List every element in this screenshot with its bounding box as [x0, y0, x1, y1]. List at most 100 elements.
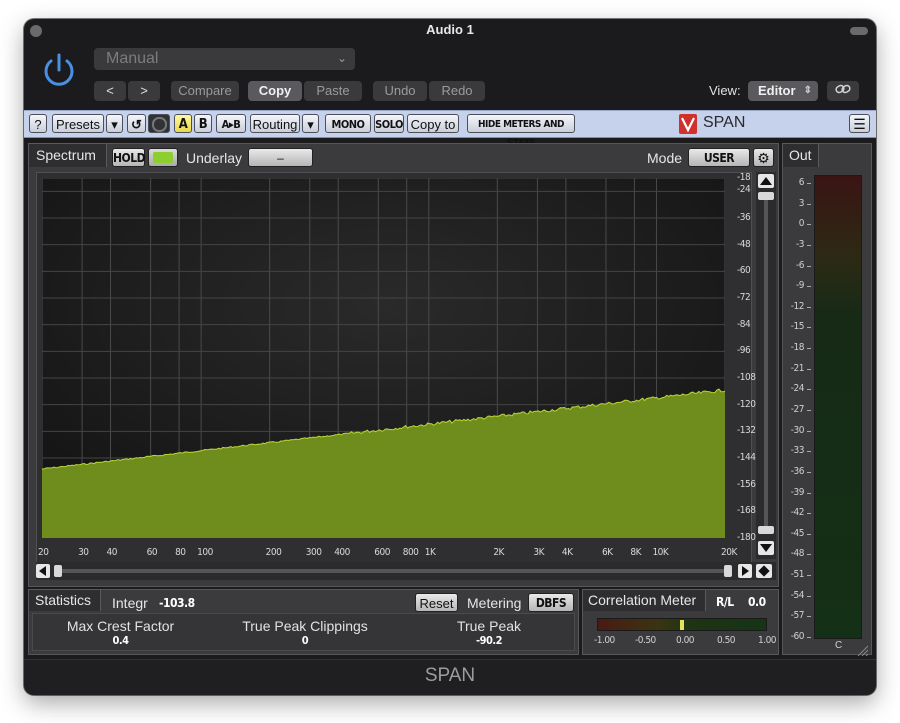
spectrum-tab[interactable]: Spectrum — [28, 143, 107, 167]
x-tick-label: 80 — [175, 547, 186, 558]
scroll-right-icon[interactable] — [742, 566, 749, 576]
x-tick-label: 600 — [374, 547, 390, 558]
statistics-tab-label: Statistics — [35, 592, 92, 608]
horizontal-scrollbar[interactable] — [36, 562, 776, 580]
undo-button[interactable]: Undo — [373, 81, 427, 101]
out-meter-tick: -51 — [790, 569, 805, 581]
updown-icon: ⇕ — [803, 85, 812, 96]
out-meter-tick: -6 — [796, 259, 804, 271]
copy-button[interactable]: Copy — [248, 81, 302, 101]
vertical-scrollbar[interactable] — [756, 172, 776, 559]
a-to-b-button[interactable]: A▸B — [216, 114, 246, 133]
out-meter-tick: -48 — [790, 548, 805, 560]
x-tick-label: 200 — [265, 547, 282, 558]
resize-grip-icon[interactable] — [856, 643, 869, 657]
settings-gear-icon[interactable]: ⚙ — [753, 148, 774, 167]
hide-meters-button[interactable]: HIDE METERS AND STATS — [467, 114, 575, 149]
out-meter-tick: -45 — [790, 527, 805, 539]
scroll-right-handle[interactable] — [724, 565, 732, 577]
y-tick-label: -120 — [737, 398, 756, 410]
window-resize-pill[interactable] — [850, 27, 868, 35]
preset-dropdown[interactable]: Manual ⌄ — [94, 48, 355, 70]
out-tab[interactable]: Out — [782, 143, 819, 167]
correlation-tick: 0.00 — [676, 635, 695, 646]
a-button[interactable]: A — [174, 114, 192, 133]
view-label: View: — [709, 83, 741, 98]
y-tick-label: -96 — [737, 345, 751, 357]
prev-preset-button[interactable]: < — [94, 81, 126, 101]
out-meter-tick-mark — [807, 533, 811, 535]
correlation-tab-label: Correlation Meter — [588, 592, 697, 608]
power-icon[interactable] — [40, 51, 78, 89]
y-tick-label: -168 — [737, 505, 756, 517]
preset-value: Manual — [106, 50, 159, 67]
scroll-bottom-handle[interactable] — [758, 526, 774, 534]
reset-button[interactable]: Reset — [415, 593, 458, 612]
link-button[interactable] — [827, 81, 859, 101]
brand-label: SPAN — [703, 114, 746, 131]
routing-dropdown-button[interactable]: ▾ — [302, 114, 319, 133]
next-preset-button[interactable]: > — [128, 81, 160, 101]
scroll-up-icon[interactable] — [760, 177, 772, 185]
scroll-down-icon[interactable] — [760, 544, 772, 552]
correlation-tab[interactable]: Correlation Meter — [582, 589, 706, 611]
x-tick-label: 60 — [146, 547, 158, 558]
help-button[interactable]: ? — [29, 114, 47, 133]
true-peak-clippings-label: True Peak Clippings — [242, 618, 368, 634]
x-tick-label: 30 — [78, 547, 89, 558]
out-meter-tick: -54 — [790, 589, 805, 601]
scroll-left-handle[interactable] — [54, 565, 62, 577]
out-meter-tick-mark — [807, 389, 811, 391]
footer-title: SPAN — [424, 665, 476, 686]
scroll-left-icon[interactable] — [39, 566, 46, 576]
mode-dropdown[interactable]: USER — [688, 148, 750, 167]
y-tick-label: -180 — [737, 532, 756, 543]
reset-icon[interactable]: ↺ — [127, 114, 146, 133]
out-meter-bar — [814, 175, 862, 639]
out-meter-tick: -30 — [790, 424, 805, 436]
out-meter-tick: 6 — [798, 177, 805, 188]
paste-button[interactable]: Paste — [304, 81, 362, 101]
out-meter-tick: -9 — [796, 280, 804, 292]
x-tick-label: 8K — [630, 547, 642, 558]
presets-button[interactable]: Presets — [52, 114, 104, 133]
out-meter-tick-mark — [807, 348, 811, 350]
correlation-tick: 1.00 — [758, 635, 777, 646]
out-meter-tick-mark — [807, 183, 811, 184]
link-icon — [835, 81, 851, 101]
out-meter-tick: -21 — [790, 362, 805, 374]
undo-history-icon[interactable] — [148, 114, 170, 133]
hold-button[interactable]: HOLD — [112, 148, 146, 167]
voxengo-logo-icon — [679, 114, 697, 134]
x-tick-label: 800 — [402, 547, 419, 558]
chevron-down-icon: ⌄ — [336, 51, 347, 65]
correlation-needle — [680, 620, 684, 630]
out-meter-tick: -27 — [790, 404, 805, 415]
mode-label: Mode — [647, 150, 683, 166]
compare-button[interactable]: Compare — [171, 81, 239, 101]
x-tick-label: 2K — [493, 547, 504, 558]
true-peak-clippings-value: 0 — [301, 634, 309, 647]
correlation-tick: -0.50 — [635, 635, 656, 646]
correlation-tick: 0.50 — [717, 635, 736, 646]
view-dropdown[interactable]: Editor ⇕ — [748, 81, 818, 101]
scroll-top-handle[interactable] — [758, 192, 774, 200]
hold-toggle[interactable] — [148, 148, 178, 167]
routing-button[interactable]: Routing — [250, 114, 300, 133]
plugin-toolbar: ? Presets ▾ ↺ A B A▸B Routing ▾ MONO SOL… — [24, 110, 876, 149]
solo-button[interactable]: SOLO — [374, 114, 404, 133]
underlay-dropdown[interactable]: – — [248, 148, 313, 167]
redo-button[interactable]: Redo — [429, 81, 485, 101]
out-meter-tick: -39 — [790, 486, 805, 498]
b-button[interactable]: B — [194, 114, 212, 133]
view-value: Editor — [758, 83, 796, 98]
menu-icon[interactable]: ☰ — [849, 114, 870, 133]
presets-dropdown-button[interactable]: ▾ — [106, 114, 123, 133]
mono-button[interactable]: MONO — [325, 114, 371, 133]
metering-dropdown[interactable]: DBFS — [528, 593, 574, 612]
out-tab-label: Out — [789, 147, 812, 163]
out-meter-tick-mark — [807, 368, 811, 370]
spectrum-graph[interactable] — [42, 178, 725, 538]
copy-to-button[interactable]: Copy to — [407, 114, 459, 133]
statistics-tab[interactable]: Statistics — [28, 589, 101, 611]
